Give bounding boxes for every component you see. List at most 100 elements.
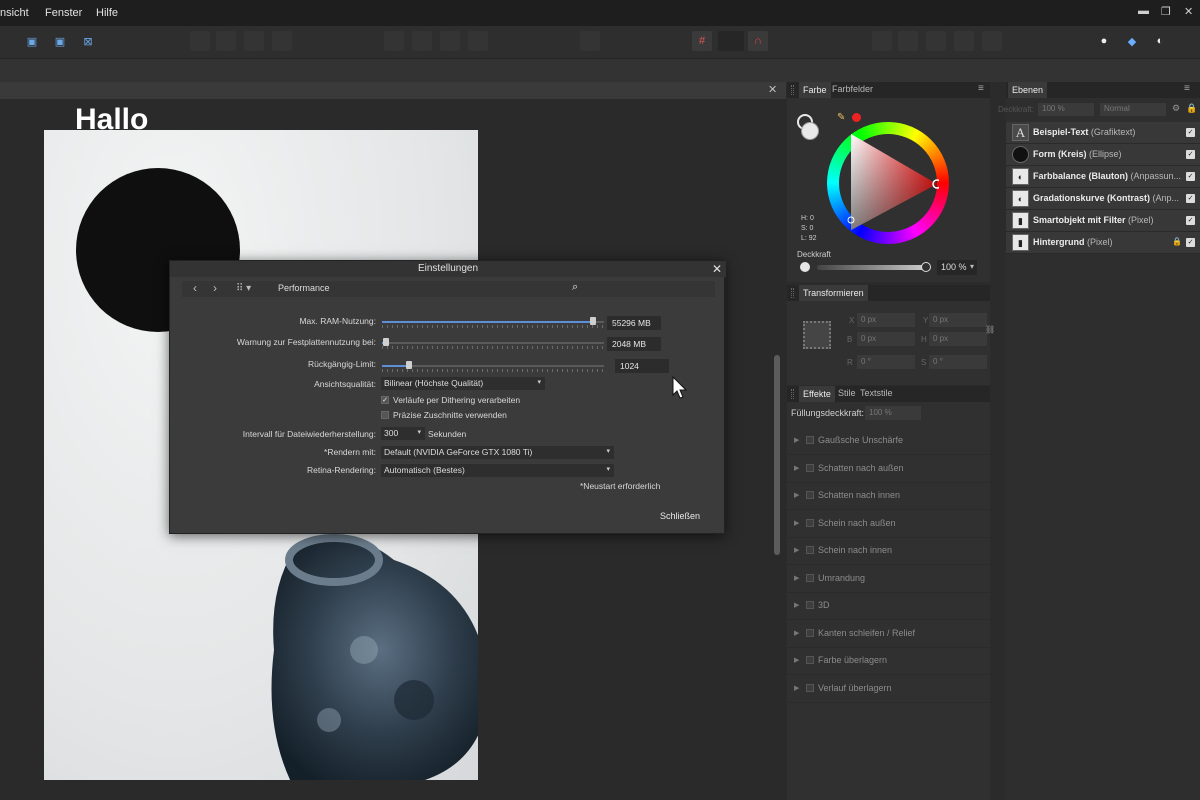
shear-field[interactable]: 0 ° <box>929 355 987 369</box>
red-swatch-icon[interactable] <box>852 113 861 122</box>
menu-ansicht[interactable]: nsicht <box>0 7 29 19</box>
tb-align3-icon[interactable] <box>244 31 264 51</box>
effect-row[interactable]: ▶ Gaußsche Unschärfe <box>787 428 990 455</box>
menu-fenster[interactable]: Fenster <box>45 7 82 19</box>
tb-boolean2-icon[interactable] <box>898 31 918 51</box>
tb-arrange-icon[interactable] <box>384 31 404 51</box>
document-close-icon[interactable]: ✕ <box>768 83 777 96</box>
expand-arrow-icon[interactable]: ▶ <box>794 519 799 527</box>
restore-icon[interactable]: ❐ <box>1161 5 1171 18</box>
effect-row[interactable]: ▶ Schein nach außen <box>787 511 990 538</box>
visibility-checkbox[interactable]: ✓ <box>1186 172 1195 181</box>
panel-menu-icon[interactable]: ≡ <box>978 83 984 94</box>
height-field[interactable]: 0 px <box>929 332 987 346</box>
select-transform-icon[interactable]: ⊠ <box>78 31 98 51</box>
disk-value-field[interactable]: 2048 MB <box>607 337 661 351</box>
effect-checkbox[interactable] <box>806 656 814 664</box>
undo-value-field[interactable]: 1024 <box>615 359 669 373</box>
effect-row[interactable]: ▶ Umrandung <box>787 566 990 593</box>
effect-checkbox[interactable] <box>806 463 814 472</box>
panel-grip-icon[interactable] <box>791 85 794 95</box>
link-icon[interactable]: ⛓ <box>985 325 995 334</box>
render-with-dropdown[interactable]: Default (NVIDIA GeForce GTX 1080 Ti) ▾ <box>381 446 614 459</box>
effect-row[interactable]: ▶ 3D <box>787 593 990 620</box>
ram-value-field[interactable]: 55296 MB <box>607 316 661 330</box>
anchor-selector[interactable] <box>803 321 831 349</box>
ram-slider-knob[interactable] <box>589 317 596 325</box>
tab-effekte[interactable]: Effekte <box>799 386 835 402</box>
dither-checkbox[interactable]: ✓ <box>381 396 389 404</box>
expand-arrow-icon[interactable]: ▶ <box>794 436 799 444</box>
effect-checkbox[interactable] <box>806 436 814 444</box>
scrollbar-thumb[interactable] <box>774 355 780 555</box>
visibility-checkbox[interactable]: ✓ <box>1186 216 1195 225</box>
effect-row[interactable]: ▶ Farbe überlagern <box>787 648 990 675</box>
persona-liquify-icon[interactable]: ◆ <box>1122 31 1142 51</box>
width-field[interactable]: 0 px <box>857 332 915 346</box>
search-icon[interactable]: ⌕ <box>572 281 578 294</box>
effect-row[interactable]: ▶ Kanten schleifen / Relief <box>787 621 990 648</box>
tb-boolean-icon[interactable] <box>872 31 892 51</box>
tb-distribute-icon[interactable] <box>580 31 600 51</box>
tab-farbe[interactable]: Farbe <box>799 82 831 98</box>
effect-row[interactable]: ▶ Schein nach innen <box>787 538 990 565</box>
expand-arrow-icon[interactable]: ▶ <box>794 684 799 692</box>
grid-icon[interactable]: # <box>692 31 712 51</box>
layer-lock-icon[interactable]: 🔒 <box>1186 103 1197 114</box>
opacity-slider-knob[interactable] <box>921 262 931 272</box>
panel-grip-icon[interactable] <box>791 389 794 399</box>
y-field[interactable]: 0 px <box>929 313 987 327</box>
expand-arrow-icon[interactable]: ▶ <box>794 574 799 582</box>
select-bounds-icon[interactable]: ▣ <box>22 31 42 51</box>
tb-boolean5-icon[interactable] <box>982 31 1002 51</box>
effect-checkbox[interactable] <box>806 683 814 692</box>
effect-checkbox[interactable] <box>806 518 814 527</box>
undo-slider-track[interactable] <box>382 365 604 367</box>
tab-transformieren[interactable]: Transformieren <box>799 285 868 301</box>
panel-grip-icon[interactable] <box>791 288 794 298</box>
effect-checkbox[interactable] <box>806 546 814 554</box>
lock-icon[interactable]: 🔒 <box>1172 237 1182 246</box>
view-quality-dropdown[interactable]: Bilinear (Höchste Qualität) ▾ <box>381 377 545 390</box>
fill-opacity-field[interactable]: 100 % <box>865 406 921 420</box>
panel-menu-icon[interactable]: ≡ <box>1184 83 1190 94</box>
tab-stile[interactable]: Stile <box>838 388 856 398</box>
effect-row[interactable]: ▶ Schatten nach außen <box>787 456 990 483</box>
precise-crop-checkbox[interactable] <box>381 411 389 419</box>
back-icon[interactable]: ‹ <box>186 281 204 297</box>
retina-rendering-dropdown[interactable]: Automatisch (Bestes) ▾ <box>381 464 614 477</box>
layer-row[interactable]: ▮ Hintergrund (Pixel) 🔒 ✓ <box>1006 232 1200 254</box>
effect-row[interactable]: ▶ Verlauf überlagern <box>787 676 990 703</box>
effect-row[interactable]: ▶ Schatten nach innen <box>787 483 990 510</box>
effect-checkbox[interactable] <box>806 491 814 499</box>
tb-arrange2-icon[interactable] <box>412 31 432 51</box>
expand-arrow-icon[interactable]: ▶ <box>794 629 799 637</box>
tab-ebenen[interactable]: Ebenen <box>1008 82 1048 98</box>
expand-arrow-icon[interactable]: ▶ <box>794 601 799 609</box>
visibility-checkbox[interactable]: ✓ <box>1186 194 1195 203</box>
layer-opacity-field[interactable]: 100 % <box>1038 103 1094 116</box>
expand-arrow-icon[interactable]: ▶ <box>794 546 799 554</box>
eyedropper-icon[interactable]: ✎ <box>837 112 845 123</box>
effect-checkbox[interactable] <box>806 601 814 609</box>
snap-toggle-icon[interactable] <box>718 31 744 51</box>
tab-farbfelder[interactable]: Farbfelder <box>832 84 873 94</box>
expand-arrow-icon[interactable]: ▶ <box>794 656 799 664</box>
tb-align4-icon[interactable] <box>272 31 292 51</box>
tb-align-icon[interactable] <box>190 31 210 51</box>
saturation-triangle[interactable] <box>839 134 939 234</box>
persona-develop-icon[interactable]: ◐ <box>1150 31 1170 51</box>
tb-align2-icon[interactable] <box>216 31 236 51</box>
visibility-checkbox[interactable]: ✓ <box>1186 238 1195 247</box>
expand-arrow-icon[interactable]: ▶ <box>794 491 799 499</box>
document-scrollbar[interactable] <box>773 100 781 790</box>
fill-swatch[interactable] <box>801 122 819 140</box>
layer-row[interactable]: ◐ Gradationskurve (Kontrast) (Anp... ✓ <box>1006 188 1200 210</box>
forward-icon[interactable]: › <box>206 281 224 297</box>
rotation-field[interactable]: 0 ° <box>857 355 915 369</box>
select-trim-icon[interactable]: ▣ <box>50 31 70 51</box>
persona-photo-icon[interactable]: ● <box>1094 31 1114 51</box>
magnet-icon[interactable]: ∩ <box>748 31 768 51</box>
dialog-close-icon[interactable]: ✕ <box>712 262 722 276</box>
tb-boolean3-icon[interactable] <box>926 31 946 51</box>
